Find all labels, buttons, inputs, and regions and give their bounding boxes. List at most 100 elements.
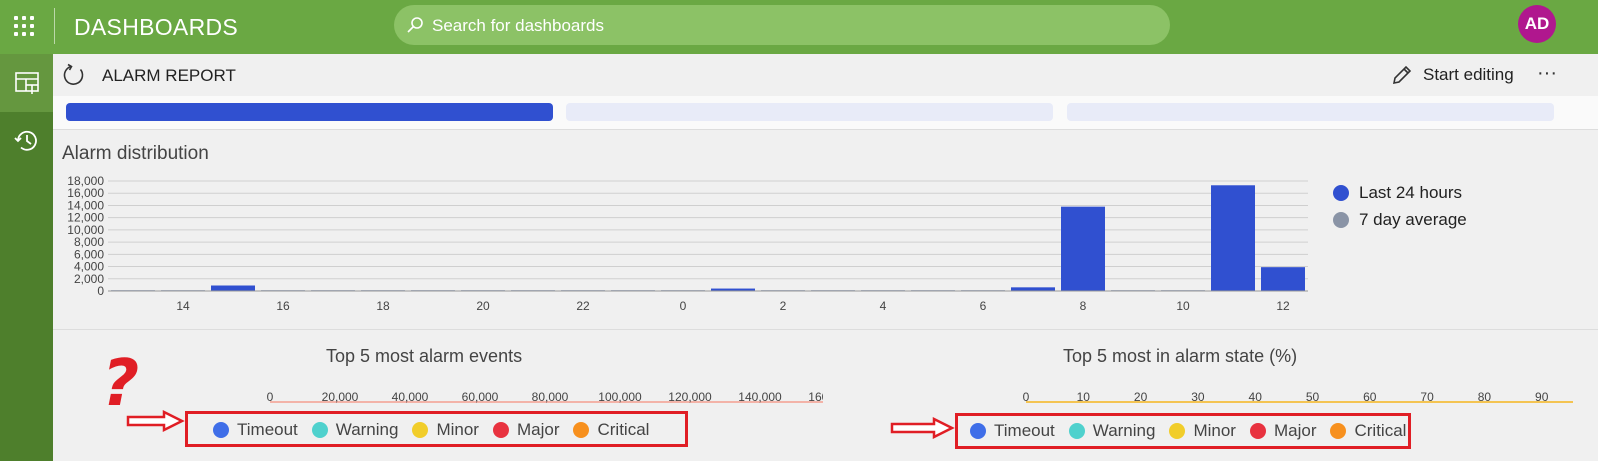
arrow-annotation-right: [890, 417, 955, 439]
x-tick-label: 4: [880, 299, 887, 313]
search-input[interactable]: Search for dashboards: [394, 5, 1170, 45]
chart-title: Alarm distribution: [62, 143, 209, 164]
axis-tick-label: 60: [1363, 390, 1377, 404]
legend-dot: [1333, 212, 1349, 228]
y-tick-label: 16,000: [67, 186, 104, 200]
legend-item-timeout[interactable]: Timeout: [970, 421, 1055, 441]
legend-item-timeout[interactable]: Timeout: [213, 420, 298, 440]
y-tick-label: 10,000: [67, 223, 104, 237]
legend-dot: [1330, 423, 1347, 439]
search-placeholder: Search for dashboards: [432, 16, 604, 35]
more-options-icon[interactable]: ···: [1537, 62, 1559, 86]
bar[interactable]: [1211, 185, 1255, 291]
top5-alarm-events-title: Top 5 most alarm events: [326, 346, 523, 366]
sheet-tab-2[interactable]: [566, 103, 1053, 121]
y-tick-label: 2,000: [74, 272, 104, 286]
start-editing-button[interactable]: Start editing: [1391, 63, 1514, 87]
legend-label: Last 24 hours: [1359, 183, 1463, 202]
legend-label: Major: [516, 420, 560, 439]
legend-dot: [412, 422, 429, 438]
legend-item-minor[interactable]: Minor: [412, 420, 479, 440]
axis-tick-label: 20,000: [322, 390, 359, 404]
sheet-tabs: [53, 96, 1598, 130]
bar[interactable]: [1011, 287, 1055, 291]
legend-label: Timeout: [994, 421, 1055, 440]
axis-tick-label: 80: [1478, 390, 1492, 404]
sheet-tab-1[interactable]: [66, 103, 553, 121]
x-tick-label: 8: [1080, 299, 1087, 313]
start-editing-label: Start editing: [1423, 65, 1514, 84]
axis-tick-label: 70: [1420, 390, 1434, 404]
legend-label: 7 day average: [1359, 210, 1467, 229]
axis-tick-label: 50: [1306, 390, 1320, 404]
legend-dot: [311, 422, 328, 438]
axis-tick-label: 80,000: [532, 390, 569, 404]
x-tick-label: 2: [780, 299, 787, 313]
search-icon: [407, 17, 423, 33]
severity-legend-left: Timeout Warning Minor Major Critical: [213, 420, 663, 440]
topbar-divider: [54, 8, 55, 44]
legend-label: Critical: [597, 420, 650, 439]
axis-tick-label: 10: [1077, 390, 1091, 404]
x-tick-label: 10: [1176, 299, 1190, 313]
sidebar-item-history[interactable]: [0, 112, 53, 170]
legend-label: Timeout: [237, 420, 298, 439]
legend-item-major[interactable]: Major: [492, 420, 560, 440]
axis-tick-label: 140,000: [738, 390, 782, 404]
y-tick-label: 4,000: [74, 260, 104, 274]
legend-item-critical[interactable]: Critical: [573, 420, 649, 440]
bar[interactable]: [1261, 267, 1305, 291]
legend-dot: [970, 423, 986, 439]
legend-item-major[interactable]: Major: [1249, 421, 1317, 441]
legend-label: Warning: [335, 420, 399, 439]
legend-dot: [1333, 185, 1349, 201]
app-title: DASHBOARDS: [74, 14, 239, 40]
legend-label: Warning: [1092, 421, 1156, 440]
legend-label: Major: [1273, 421, 1317, 440]
y-tick-label: 18,000: [67, 174, 104, 188]
legend-item-warning[interactable]: Warning: [311, 420, 399, 440]
top5-alarm-events-axis: 0 20,000 40,000 60,000 80,000 100,000 120,000 1…: [267, 390, 823, 404]
axis-tick-label: 40,000: [392, 390, 429, 404]
axis-tick-label: 20: [1134, 390, 1148, 404]
sheet-tab-3[interactable]: [1067, 103, 1554, 121]
report-header: ALARM REPORT Start editing ···: [53, 54, 1598, 96]
axis-tick-label: 160,000: [808, 390, 823, 404]
top-bar: DASHBOARDS Search for dashboards AD: [0, 0, 1598, 54]
refresh-icon[interactable]: [62, 63, 86, 87]
y-tick-label: 6,000: [74, 247, 104, 261]
axis-tick-label: 90: [1535, 390, 1549, 404]
app-launcher-icon[interactable]: [10, 12, 38, 40]
top5-alarm-state-title: Top 5 most in alarm state (%): [1063, 346, 1298, 366]
alarm-distribution-chart: 02,0004,0006,0008,00010,00012,00014,0001…: [67, 174, 1308, 313]
sidebar: [0, 54, 53, 461]
legend-dot: [213, 422, 229, 438]
legend-item-last-24-hours[interactable]: Last 24 hours: [1333, 183, 1462, 203]
y-tick-label: 0: [97, 284, 104, 298]
legend-dot: [1068, 423, 1085, 439]
bar[interactable]: [1061, 206, 1105, 291]
x-tick-label: 22: [576, 299, 590, 313]
bar[interactable]: [211, 285, 255, 292]
page-title: ALARM REPORT: [102, 66, 236, 85]
legend-item-minor[interactable]: Minor: [1169, 421, 1236, 441]
legend-dot: [492, 422, 509, 438]
legend-label: Minor: [1193, 421, 1236, 440]
y-tick-label: 14,000: [67, 198, 104, 212]
avatar[interactable]: AD: [1518, 5, 1556, 43]
x-tick-label: 20: [476, 299, 490, 313]
axis-tick-label: 60,000: [462, 390, 499, 404]
top5-alarm-state-axis: 0102030405060708090100: [1023, 390, 1573, 404]
legend-item-7-day-average[interactable]: 7 day average: [1333, 210, 1467, 230]
pencil-icon: [1392, 65, 1412, 85]
question-mark-annotation: ?: [102, 347, 140, 421]
y-tick-label: 12,000: [67, 211, 104, 225]
axis-tick-label: 0: [1023, 390, 1030, 404]
legend-item-warning[interactable]: Warning: [1068, 421, 1156, 441]
legend-dot: [1249, 423, 1266, 439]
axis-tick-label: 0: [267, 390, 274, 404]
sidebar-item-dashboards[interactable]: [0, 54, 53, 112]
legend-dot: [1169, 423, 1186, 439]
legend-dot: [573, 422, 590, 438]
legend-item-critical[interactable]: Critical: [1330, 421, 1406, 441]
